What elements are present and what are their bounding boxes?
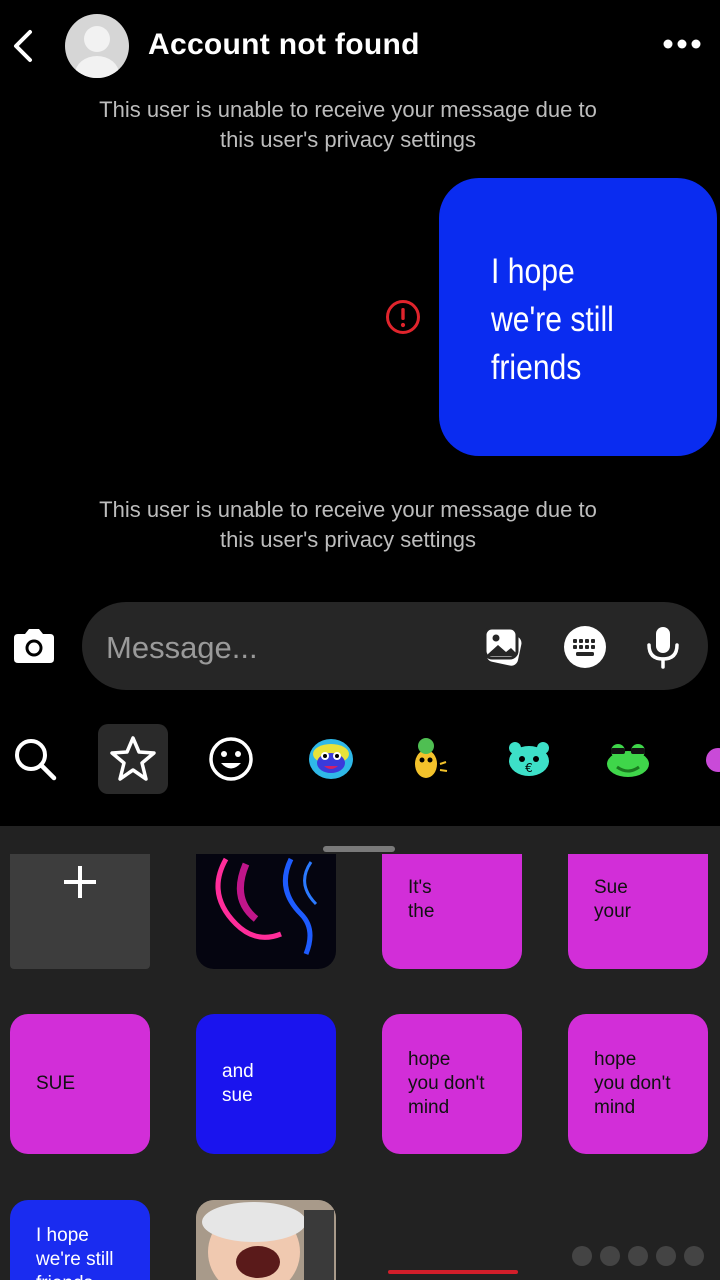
sticker-text: hope you don't mind [594,1049,671,1118]
sent-message-bubble[interactable]: I hope we're still friends [439,178,717,456]
microphone-icon[interactable] [640,624,686,670]
sticker-tile[interactable]: Sue your [568,854,708,969]
chat-header: Account not found [0,0,720,92]
sticker-text: I hope we're still friends [36,1225,114,1280]
add-sticker-button[interactable] [10,854,150,969]
sticker-text: SUE [36,1073,76,1094]
sticker-tile[interactable]: I hope we're still friends [10,1200,150,1280]
sticker-tab-bar: € [0,718,720,798]
neon-art-image [215,857,318,955]
sticker-text: hope you don't mind [408,1049,485,1118]
plus-icon [64,866,96,898]
sticker-pack-icon[interactable] [296,724,366,794]
keyboard-icon[interactable] [562,624,608,670]
drag-handle[interactable] [323,846,395,852]
sticker-pack-icon[interactable] [394,724,464,794]
alert-circle-icon[interactable] [385,299,421,335]
progress-indicator [388,1270,518,1274]
sticker-tile[interactable] [196,1200,336,1280]
sticker-pack-icon[interactable] [593,724,663,794]
sticker-text: It's the [408,877,435,922]
search-icon[interactable] [0,724,70,794]
sticker-text: and sue [222,1061,254,1106]
more-horizontal-icon[interactable] [662,36,706,52]
avatar[interactable] [65,14,129,78]
message-composer: Message... [0,600,720,695]
message-placeholder: Message... [106,630,258,665]
message-input[interactable]: Message... [82,602,708,690]
image-icon[interactable] [482,624,528,670]
loading-dots-icon [572,1246,704,1266]
chevron-left-icon[interactable] [8,26,38,66]
camera-icon[interactable] [10,626,58,666]
sticker-tile[interactable]: hope you don't mind [382,1014,522,1154]
sticker-tile[interactable]: SUE [10,1014,150,1154]
sticker-pack-icon[interactable]: € [494,724,564,794]
page-title: Account not found [148,28,420,61]
system-notice: This user is unable to receive your mess… [99,97,597,152]
smiley-icon[interactable] [196,724,266,794]
sticker-panel: It's the Sue your SUE and sue hope you d… [0,826,720,1280]
photo-image [196,1200,336,1280]
star-icon[interactable] [98,724,168,794]
default-avatar-icon [75,26,119,78]
sticker-tile[interactable]: It's the [382,854,522,969]
sticker-text: Sue your [594,877,631,922]
sticker-pack-icon[interactable] [690,724,720,794]
sticker-tile[interactable]: and sue [196,1014,336,1154]
sticker-tile[interactable]: hope you don't mind [568,1014,708,1154]
message-text: I hope we're still friends [491,252,614,387]
svg-text:€: € [525,761,533,775]
system-notice: This user is unable to receive your mess… [99,497,597,552]
sticker-tile[interactable] [196,854,336,969]
